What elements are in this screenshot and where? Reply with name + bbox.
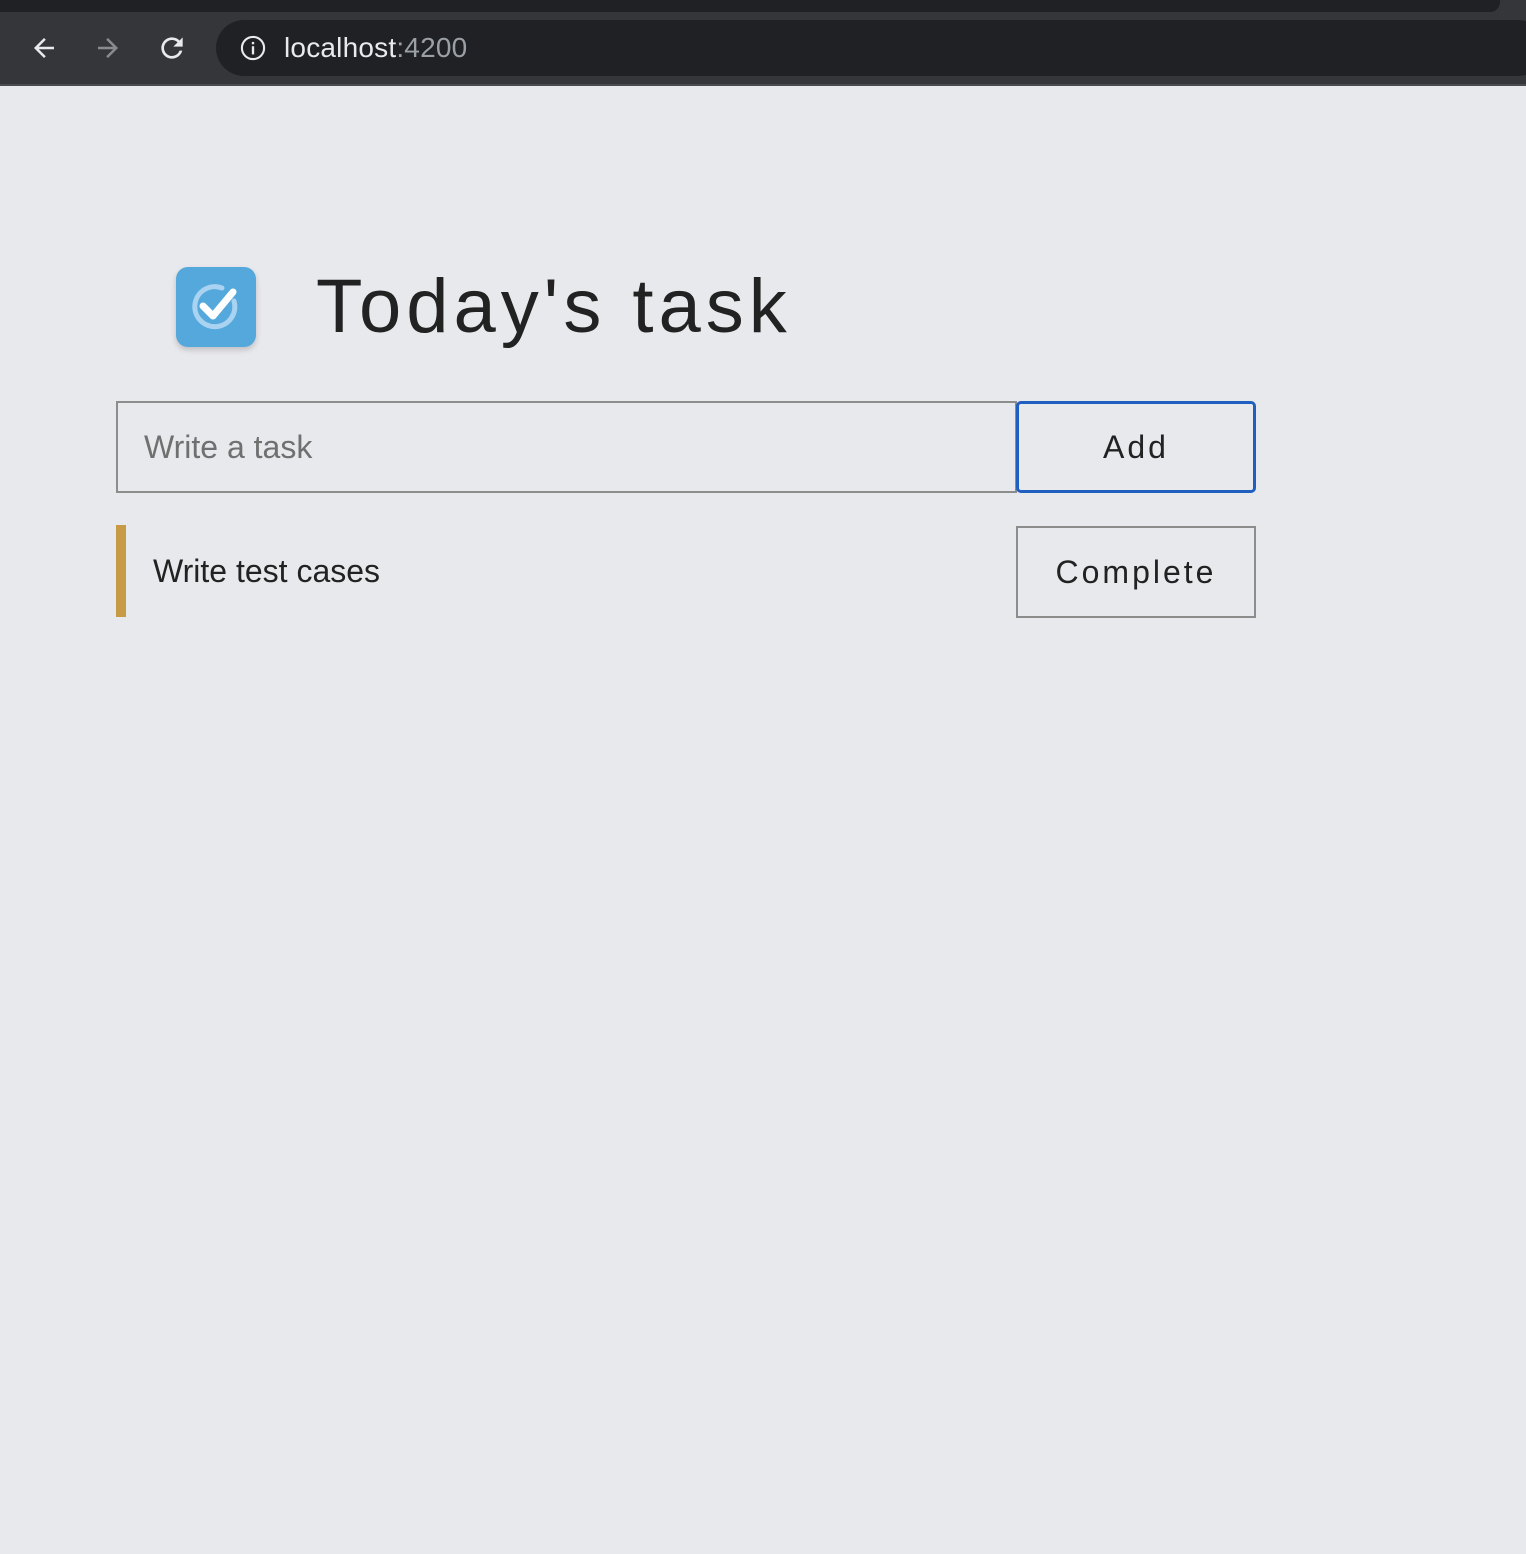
reload-button[interactable] — [150, 26, 194, 70]
complete-button[interactable]: Complete — [1016, 526, 1256, 618]
address-bar[interactable]: localhost:4200 — [216, 20, 1526, 76]
task-accent-bar — [116, 525, 126, 617]
reload-icon — [161, 37, 183, 59]
page-title: Today's task — [316, 264, 792, 349]
back-button[interactable] — [22, 26, 66, 70]
task-text: Write test cases — [153, 553, 381, 589]
info-icon[interactable] — [236, 31, 270, 65]
app-header: Today's task — [176, 262, 792, 352]
add-button[interactable]: Add — [1016, 401, 1256, 493]
task-item: Write test cases Complete — [116, 525, 1256, 618]
url-host: localhost — [284, 32, 397, 63]
arrow-right-icon — [98, 38, 118, 58]
forward-button[interactable] — [86, 26, 130, 70]
app-logo — [176, 267, 256, 347]
checkmark-circle-icon — [192, 284, 238, 330]
task-list: Write test cases Complete — [116, 525, 1256, 618]
arrow-left-icon — [34, 38, 54, 58]
url-text[interactable]: localhost:4200 — [284, 32, 467, 64]
browser-toolbar: localhost:4200 — [0, 0, 1526, 86]
task-input[interactable] — [116, 401, 1017, 493]
tab-strip — [0, 0, 1500, 12]
task-form: Add — [116, 401, 1256, 493]
url-port: :4200 — [396, 32, 468, 63]
